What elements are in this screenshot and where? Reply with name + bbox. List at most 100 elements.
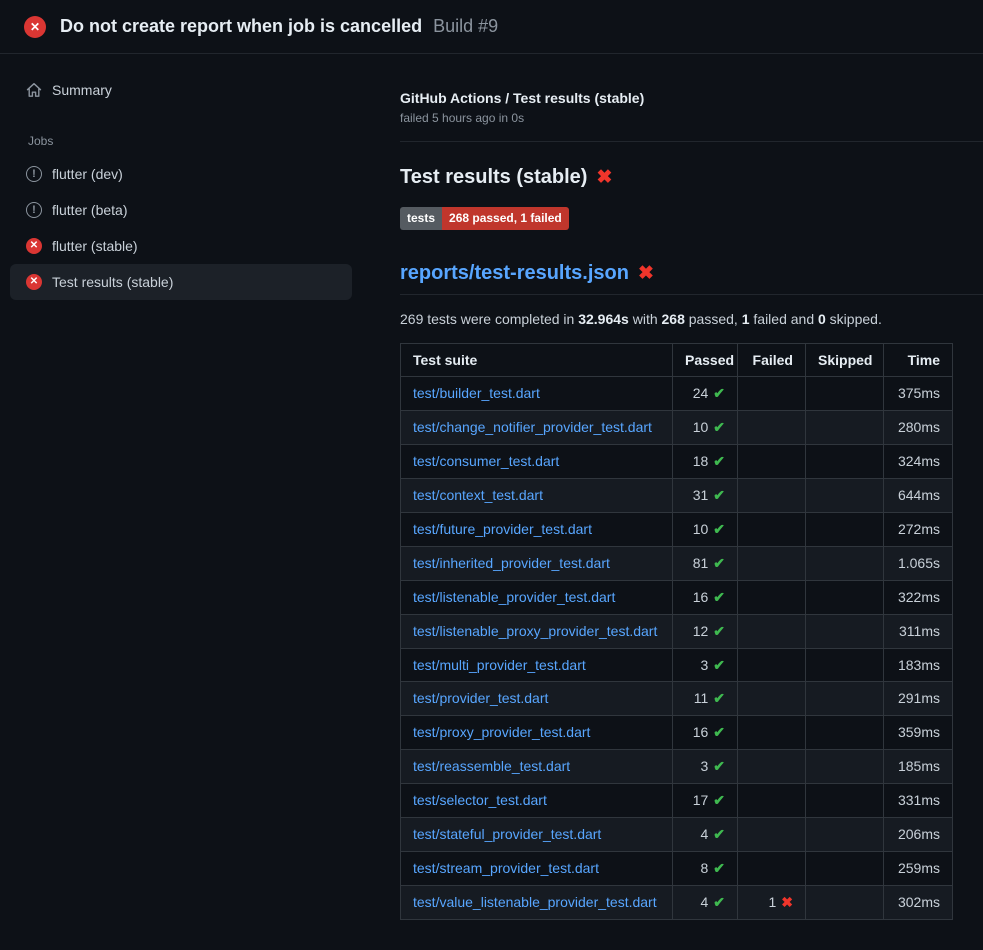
tests-badge-label: tests xyxy=(400,207,442,229)
failed-cell xyxy=(738,784,806,818)
time-cell: 302ms xyxy=(884,885,953,919)
table-row: test/stream_provider_test.dart 8✔ 259ms xyxy=(401,851,953,885)
job-label: Test results (stable) xyxy=(52,274,173,290)
suite-link[interactable]: test/listenable_proxy_provider_test.dart xyxy=(413,623,657,639)
sidebar-item-job[interactable]: ✕ flutter (stable) xyxy=(10,228,352,264)
suite-link[interactable]: test/multi_provider_test.dart xyxy=(413,657,586,673)
suite-link[interactable]: test/listenable_provider_test.dart xyxy=(413,589,615,605)
passed-cell: 16✔ xyxy=(673,716,738,750)
page-layout: Summary Jobs ! flutter (dev) ! flutter (… xyxy=(0,54,983,919)
failed-cell xyxy=(738,411,806,445)
passed-cell: 81✔ xyxy=(673,546,738,580)
jobs-section-label: Jobs xyxy=(10,134,352,148)
suite-link[interactable]: test/reassemble_test.dart xyxy=(413,758,570,774)
failed-cell xyxy=(738,445,806,479)
col-failed: Failed xyxy=(738,343,806,377)
suite-link[interactable]: test/inherited_provider_test.dart xyxy=(413,555,610,571)
failed-cell xyxy=(738,377,806,411)
report-link[interactable]: reports/test-results.json xyxy=(400,262,629,285)
job-label: flutter (beta) xyxy=(52,202,127,218)
skipped-cell xyxy=(806,377,884,411)
failed-cell: 1✖ xyxy=(738,885,806,919)
build-header: ✕ Do not create report when job is cance… xyxy=(0,0,983,54)
job-status-icon: ! xyxy=(26,202,42,218)
skipped-cell xyxy=(806,614,884,648)
table-row: test/provider_test.dart 11✔ 291ms xyxy=(401,682,953,716)
passed-cell: 16✔ xyxy=(673,580,738,614)
sidebar-item-job[interactable]: ! flutter (beta) xyxy=(10,192,352,228)
failed-cell xyxy=(738,851,806,885)
passed-cell: 10✔ xyxy=(673,513,738,547)
suite-link[interactable]: test/value_listenable_provider_test.dart xyxy=(413,894,657,910)
col-passed: Passed xyxy=(673,343,738,377)
sidebar-item-summary[interactable]: Summary xyxy=(10,74,352,106)
suite-link[interactable]: test/context_test.dart xyxy=(413,487,543,503)
col-time: Time xyxy=(884,343,953,377)
time-cell: 331ms xyxy=(884,784,953,818)
sidebar-item-job[interactable]: ! flutter (dev) xyxy=(10,156,352,192)
table-row: test/stateful_provider_test.dart 4✔ 206m… xyxy=(401,818,953,852)
summary-line: 269 tests were completed in 32.964s with… xyxy=(400,311,983,327)
job-status-icon: ! xyxy=(26,166,42,182)
table-row: test/inherited_provider_test.dart 81✔ 1.… xyxy=(401,546,953,580)
table-row: test/proxy_provider_test.dart 16✔ 359ms xyxy=(401,716,953,750)
time-cell: 185ms xyxy=(884,750,953,784)
home-icon xyxy=(26,82,42,98)
time-cell: 291ms xyxy=(884,682,953,716)
failed-cell xyxy=(738,648,806,682)
check-run-content: GitHub Actions / Test results (stable) f… xyxy=(352,54,983,919)
skipped-cell xyxy=(806,648,884,682)
skipped-cell xyxy=(806,513,884,547)
test-results-table: Test suite Passed Failed Skipped Time te… xyxy=(400,343,953,920)
skipped-cell xyxy=(806,716,884,750)
time-cell: 644ms xyxy=(884,479,953,513)
time-cell: 206ms xyxy=(884,818,953,852)
passed-cell: 3✔ xyxy=(673,648,738,682)
suite-link[interactable]: test/change_notifier_provider_test.dart xyxy=(413,419,652,435)
job-label: flutter (dev) xyxy=(52,166,123,182)
skipped-cell xyxy=(806,851,884,885)
suite-link[interactable]: test/proxy_provider_test.dart xyxy=(413,724,590,740)
failed-cell xyxy=(738,818,806,852)
failed-x-icon: ✖ xyxy=(638,262,654,285)
time-cell: 183ms xyxy=(884,648,953,682)
suite-link[interactable]: test/stateful_provider_test.dart xyxy=(413,826,601,842)
time-cell: 1.065s xyxy=(884,546,953,580)
passed-cell: 11✔ xyxy=(673,682,738,716)
time-cell: 272ms xyxy=(884,513,953,547)
header-divider xyxy=(400,141,983,142)
status-line: failed 5 hours ago in 0s xyxy=(400,111,983,125)
failed-cell xyxy=(738,682,806,716)
skipped-cell xyxy=(806,580,884,614)
breadcrumb: GitHub Actions / Test results (stable) xyxy=(400,90,983,106)
passed-cell: 3✔ xyxy=(673,750,738,784)
passed-cell: 18✔ xyxy=(673,445,738,479)
build-number: Build #9 xyxy=(433,16,498,36)
failed-cell xyxy=(738,580,806,614)
time-cell: 375ms xyxy=(884,377,953,411)
suite-link[interactable]: test/provider_test.dart xyxy=(413,690,548,706)
sidebar-item-job[interactable]: ✕ Test results (stable) xyxy=(10,264,352,300)
suite-link[interactable]: test/builder_test.dart xyxy=(413,385,540,401)
time-cell: 259ms xyxy=(884,851,953,885)
report-title-row: reports/test-results.json ✖ xyxy=(400,262,983,295)
passed-cell: 10✔ xyxy=(673,411,738,445)
failed-cell xyxy=(738,614,806,648)
table-row: test/future_provider_test.dart 10✔ 272ms xyxy=(401,513,953,547)
skipped-cell xyxy=(806,546,884,580)
suite-link[interactable]: test/stream_provider_test.dart xyxy=(413,860,599,876)
job-status-icon: ✕ xyxy=(26,274,42,290)
failed-cell xyxy=(738,479,806,513)
passed-cell: 12✔ xyxy=(673,614,738,648)
suite-link[interactable]: test/future_provider_test.dart xyxy=(413,521,592,537)
time-cell: 311ms xyxy=(884,614,953,648)
passed-cell: 24✔ xyxy=(673,377,738,411)
time-cell: 280ms xyxy=(884,411,953,445)
passed-cell: 8✔ xyxy=(673,851,738,885)
suite-link[interactable]: test/selector_test.dart xyxy=(413,792,547,808)
skipped-cell xyxy=(806,818,884,852)
table-row: test/reassemble_test.dart 3✔ 185ms xyxy=(401,750,953,784)
skipped-cell xyxy=(806,445,884,479)
jobs-list: ! flutter (dev) ! flutter (beta) ✕ flutt… xyxy=(10,156,352,300)
suite-link[interactable]: test/consumer_test.dart xyxy=(413,453,559,469)
